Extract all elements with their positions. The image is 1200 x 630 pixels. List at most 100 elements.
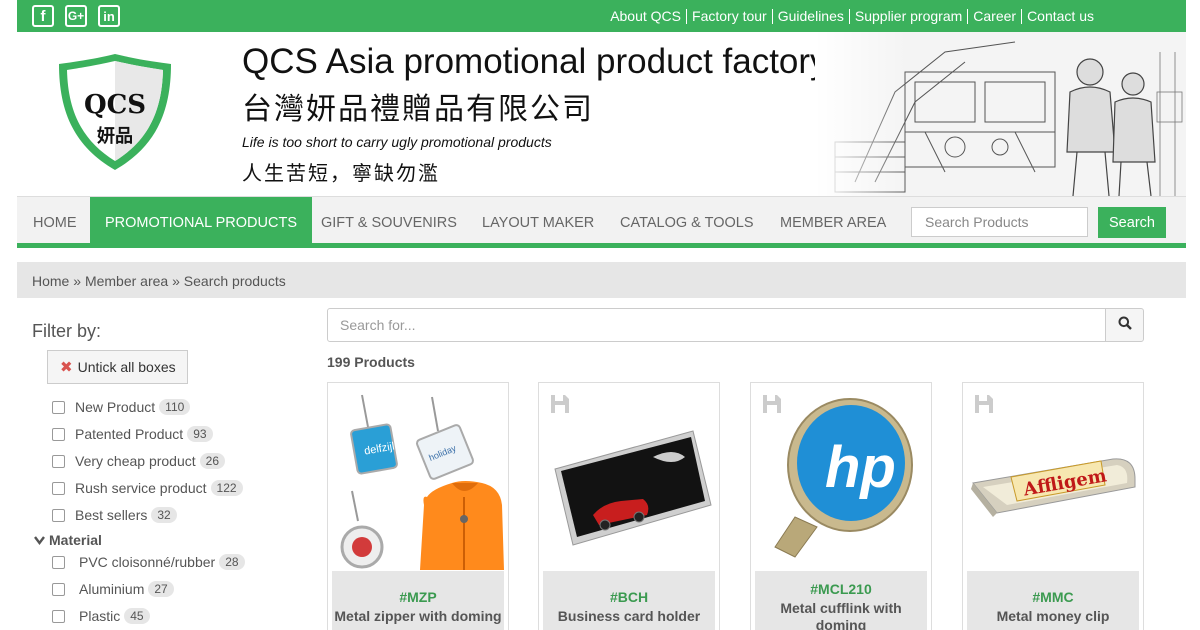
nav-member-area[interactable]: MEMBER AREA: [780, 197, 886, 248]
logo-cn-text: 妍品: [97, 126, 133, 147]
filter-count-badge: 122: [210, 480, 243, 496]
top-link-contact[interactable]: Contact us: [1027, 8, 1094, 24]
breadcrumb-home[interactable]: Home: [32, 273, 69, 289]
search-products-input[interactable]: [911, 207, 1088, 237]
filter-title: Filter by:: [32, 321, 102, 341]
top-link-career[interactable]: Career: [973, 8, 1016, 24]
filter-pvc: PVC cloisonné/rubber 28: [52, 554, 245, 570]
filter-label: Very cheap product: [75, 453, 196, 469]
filter-best-sellers: Best sellers 32: [52, 507, 177, 523]
product-image-cufflink: hp: [755, 387, 927, 570]
filter-count-badge: 93: [187, 426, 213, 442]
save-icon[interactable]: [974, 394, 994, 414]
filter-count-badge: 26: [199, 453, 225, 469]
untick-all-button[interactable]: ✖ Untick all boxes: [47, 350, 188, 384]
product-code: #MMC: [1032, 589, 1074, 605]
product-card[interactable]: Affligem #MMC Metal money clip: [962, 382, 1144, 630]
site-header: QCS 妍品 QCS Asia promotional product fact…: [17, 32, 1186, 196]
breadcrumb-separator: »: [73, 273, 85, 289]
filter-label: Rush service product: [75, 480, 207, 496]
filter-checkbox[interactable]: [52, 555, 65, 569]
search-icon: [1118, 316, 1132, 335]
untick-all-label: Untick all boxes: [77, 359, 176, 375]
save-icon[interactable]: [762, 394, 782, 414]
product-info: #MMC Metal money clip: [967, 571, 1139, 630]
filter-checkbox[interactable]: [52, 400, 65, 414]
product-name: Business card holder: [557, 608, 701, 624]
filter-checkbox[interactable]: [52, 427, 65, 441]
filter-checkbox[interactable]: [52, 609, 65, 623]
filter-patented-product: Patented Product 93: [52, 426, 213, 442]
product-code: #MZP: [399, 589, 437, 605]
filter-label: Aluminium: [79, 581, 145, 597]
search-for-button[interactable]: [1105, 308, 1144, 342]
breadcrumb-separator: »: [172, 273, 184, 289]
filter-count-badge: 28: [219, 554, 245, 570]
breadcrumb-current: Search products: [183, 273, 286, 289]
filter-rush-service-product: Rush service product 122: [52, 480, 243, 496]
nav-home[interactable]: HOME: [33, 197, 77, 248]
linkedin-icon[interactable]: in: [98, 5, 120, 27]
facebook-icon[interactable]: f: [32, 5, 54, 27]
filter-count-badge: 32: [151, 507, 177, 523]
save-icon[interactable]: [550, 394, 570, 414]
filter-new-product: New Product 110: [52, 399, 191, 415]
category-label: Material: [49, 532, 102, 548]
filter-label: PVC cloisonné/rubber: [79, 554, 216, 570]
breadcrumb-member-area[interactable]: Member area: [85, 273, 168, 289]
filter-aluminium: Aluminium 27: [52, 581, 174, 597]
product-image-money-clip: Affligem: [967, 387, 1139, 570]
factory-sketch-image: [815, 32, 1186, 196]
logo-text: QCS: [83, 90, 147, 120]
site-title: QCS Asia promotional product factory: [242, 42, 828, 81]
top-link-about[interactable]: About QCS: [610, 8, 681, 24]
breadcrumb: Home » Member area » Search products: [17, 262, 1186, 298]
top-bar: f G+ in About QCS Factory tour Guideline…: [17, 0, 1186, 32]
product-name: Metal cufflink with doming: [780, 600, 902, 630]
qcs-logo[interactable]: QCS 妍品: [55, 50, 175, 174]
filter-count-badge: 110: [159, 399, 191, 415]
category-material[interactable]: Material: [34, 532, 102, 548]
svg-text:hp: hp: [825, 435, 896, 500]
product-info: #MCL210 Metal cufflink with doming: [755, 571, 927, 630]
product-card[interactable]: delfzijl holiday #MZP Metal zipper with …: [327, 382, 509, 630]
slogan-chinese: 人生苦短，寧缺勿濫: [242, 161, 440, 185]
nav-gift-souvenirs[interactable]: GIFT & SOUVENIRS: [321, 197, 457, 248]
filter-count-badge: 27: [148, 581, 174, 597]
top-link-guidelines[interactable]: Guidelines: [778, 8, 844, 24]
product-code: #BCH: [609, 589, 649, 605]
product-name: Metal money clip: [996, 608, 1110, 624]
filter-count-badge: 45: [124, 608, 150, 624]
filter-label: Patented Product: [75, 426, 184, 442]
product-name: Metal zipper with doming: [334, 608, 502, 624]
filter-checkbox[interactable]: [52, 454, 65, 468]
product-card[interactable]: hp #MCL210 Metal cufflink with doming: [750, 382, 932, 630]
filter-checkbox[interactable]: [52, 508, 65, 522]
filter-checkbox[interactable]: [52, 481, 65, 495]
filter-plastic: Plastic 45: [52, 608, 150, 624]
google-plus-icon[interactable]: G+: [65, 5, 87, 27]
product-image-card-holder: [543, 387, 715, 570]
filter-very-cheap-product: Very cheap product 26: [52, 453, 225, 469]
filter-checkbox[interactable]: [52, 582, 65, 596]
slogan: Life is too short to carry ugly promotio…: [242, 134, 552, 150]
filter-label: Best sellers: [75, 507, 148, 523]
search-button[interactable]: Search: [1098, 207, 1166, 238]
top-links: About QCS Factory tour Guidelines Suppli…: [610, 8, 1094, 24]
nav-layout-maker[interactable]: LAYOUT MAKER: [482, 197, 594, 248]
nav-catalog-tools[interactable]: CATALOG & TOOLS: [620, 197, 754, 248]
top-link-supplier-program[interactable]: Supplier program: [855, 8, 962, 24]
product-image-zipper: delfzijl holiday: [332, 387, 504, 570]
close-icon: ✖: [60, 359, 73, 376]
product-code: #MCL210: [810, 581, 872, 597]
site-title-chinese: 台灣妍品禮贈品有限公司: [242, 92, 594, 127]
product-card[interactable]: #BCH Business card holder: [538, 382, 720, 630]
product-info: #BCH Business card holder: [543, 571, 715, 630]
product-count: 199 Products: [327, 354, 415, 370]
filter-label: New Product: [75, 399, 156, 415]
top-link-factory-tour[interactable]: Factory tour: [692, 8, 767, 24]
filter-label: Plastic: [79, 608, 121, 624]
nav-promotional-products[interactable]: PROMOTIONAL PRODUCTS: [90, 197, 313, 248]
search-for-input[interactable]: [327, 308, 1106, 342]
chevron-down-icon: [34, 532, 45, 548]
